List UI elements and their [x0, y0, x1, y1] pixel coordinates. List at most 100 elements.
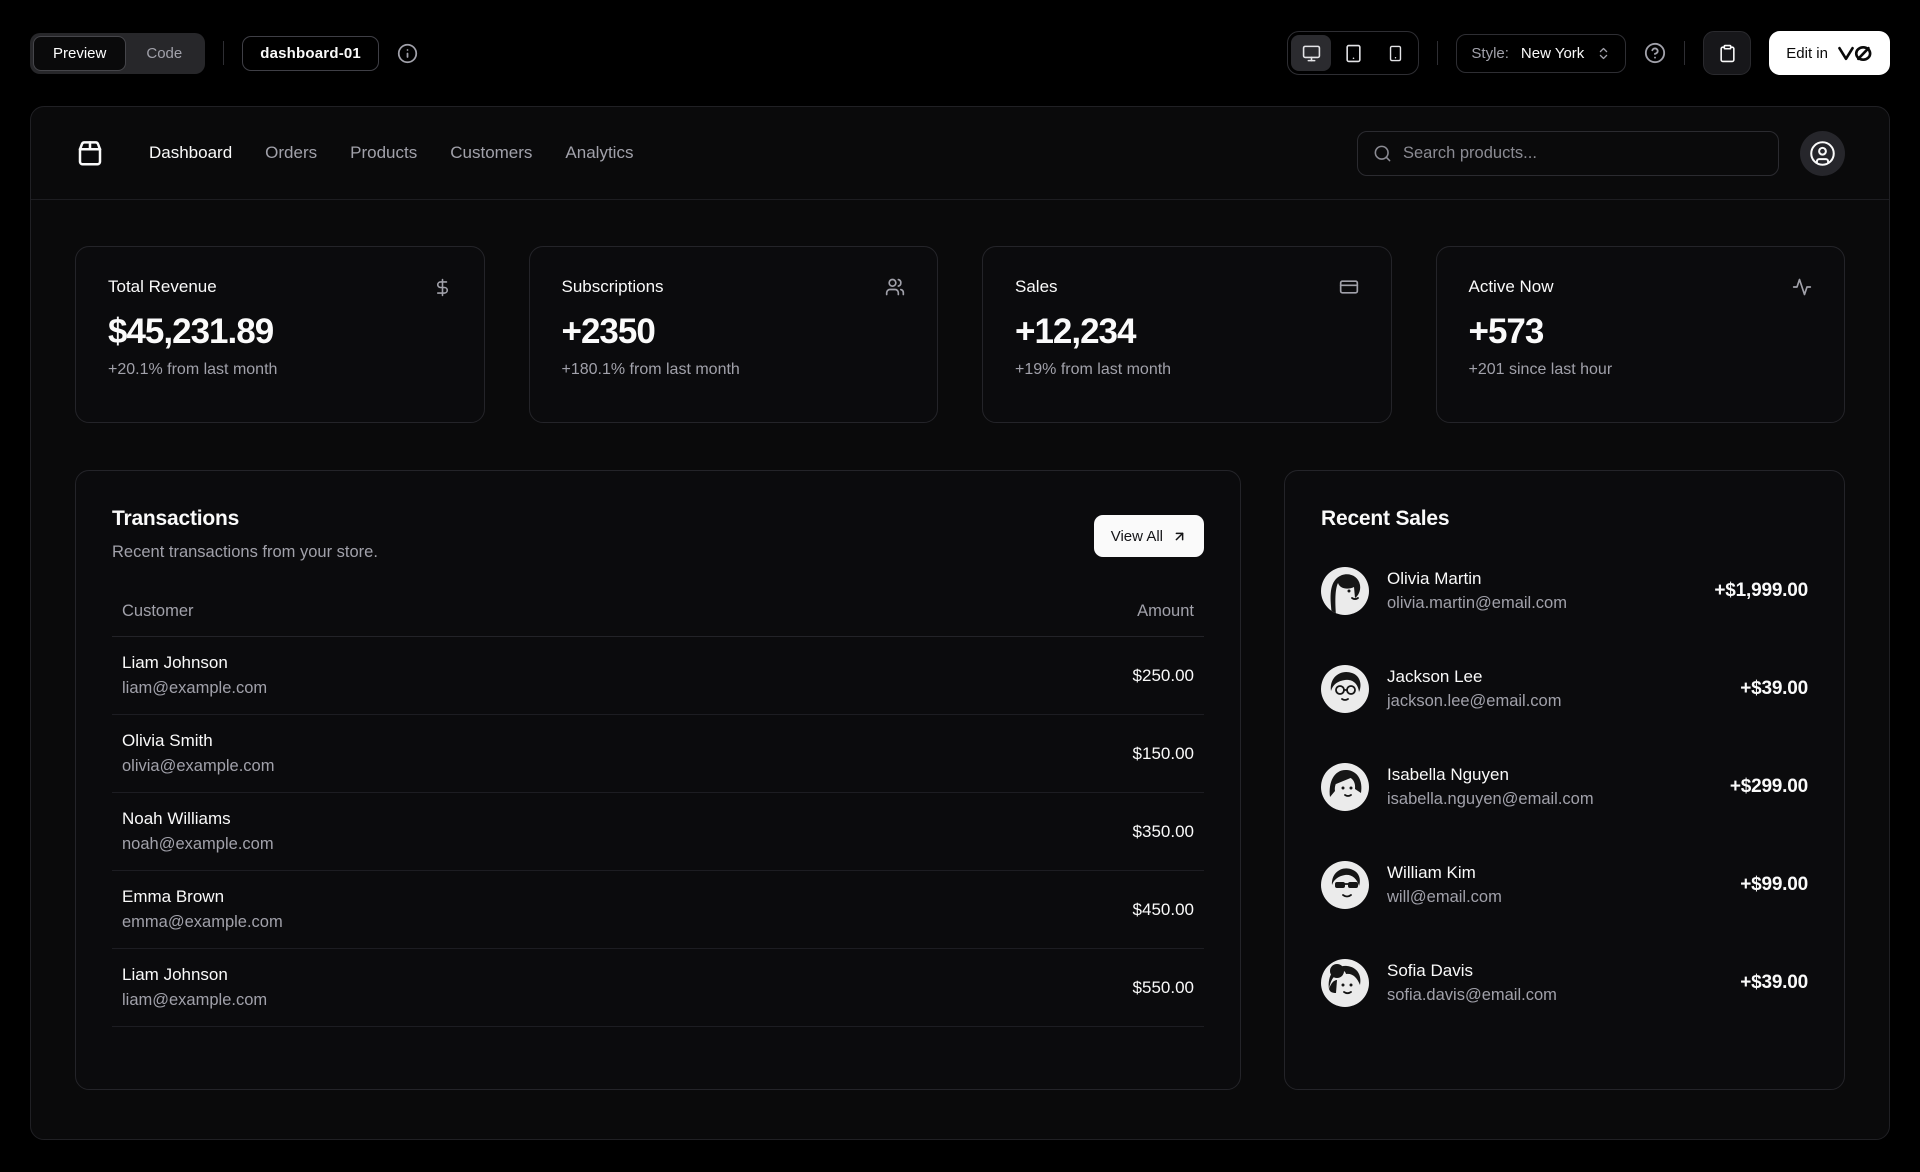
list-item: Jackson Lee jackson.lee@email.com +$39.0…	[1321, 665, 1808, 713]
divider	[223, 41, 225, 65]
info-icon[interactable]	[397, 43, 418, 64]
monitor-icon	[1302, 44, 1321, 63]
transaction-amount: $450.00	[1132, 899, 1194, 919]
transactions-table: Customer Amount Liam Johnson liam@exampl…	[112, 590, 1204, 1027]
stat-value: +573	[1468, 312, 1545, 351]
sale-customer-name: William Kim	[1387, 863, 1476, 882]
stat-change: +19% from last month	[1015, 361, 1172, 378]
column-header-customer: Customer	[122, 602, 194, 620]
divider	[1437, 41, 1439, 65]
preview-tab[interactable]: Preview	[33, 35, 127, 71]
desktop-view-button[interactable]	[1291, 35, 1332, 71]
top-toolbar: Preview Code dashboard-01 Style: New Yor…	[0, 0, 1920, 106]
copy-code-button[interactable]	[1703, 31, 1752, 75]
sale-customer-email: jackson.lee@email.com	[1387, 692, 1562, 710]
stat-change: +201 since last hour	[1468, 361, 1613, 378]
view-all-label: View All	[1110, 527, 1163, 545]
transactions-title: Transactions	[112, 507, 240, 530]
account-button[interactable]	[1800, 130, 1845, 176]
list-item: Sofia Davis sofia.davis@email.com +$39.0…	[1321, 959, 1808, 1007]
customer-name: Liam Johnson	[122, 653, 228, 672]
sale-customer-email: will@email.com	[1387, 888, 1502, 906]
stat-title: Active Now	[1468, 277, 1554, 296]
stat-card-subscriptions: Subscriptions +2350 +180.1% from last mo…	[528, 246, 938, 423]
sale-customer-name: Jackson Lee	[1387, 667, 1483, 686]
search-icon	[1373, 144, 1392, 163]
view-all-button[interactable]: View All	[1093, 515, 1204, 557]
dollar-sign-icon	[433, 278, 452, 297]
sale-customer-email: sofia.davis@email.com	[1387, 986, 1557, 1004]
list-item: Olivia Martin olivia.martin@email.com +$…	[1321, 567, 1808, 615]
recent-sales-card: Recent Sales Olivia Martin olivia.martin…	[1284, 470, 1845, 1090]
code-tab[interactable]: Code	[126, 36, 202, 71]
sale-customer-email: olivia.martin@email.com	[1387, 594, 1567, 612]
sale-amount: +$39.00	[1740, 972, 1808, 993]
view-toggle: Preview Code	[30, 32, 206, 74]
table-row: Noah Williams noah@example.com $350.00	[112, 793, 1204, 871]
header-right	[1357, 130, 1845, 176]
mobile-view-button[interactable]	[1375, 35, 1415, 71]
stat-value: +12,234	[1015, 312, 1136, 351]
avatar	[1321, 763, 1369, 811]
nav-item-orders[interactable]: Orders	[265, 143, 317, 163]
stat-title: Sales	[1015, 277, 1058, 296]
dashboard-content: Total Revenue $45,231.89 +20.1% from las…	[31, 200, 1889, 1090]
stat-change: +20.1% from last month	[108, 361, 278, 378]
nav-item-dashboard[interactable]: Dashboard	[149, 143, 232, 163]
v0-logo-icon	[1837, 45, 1873, 62]
stat-card-total-revenue: Total Revenue $45,231.89 +20.1% from las…	[75, 246, 485, 423]
users-icon	[885, 277, 905, 297]
sale-amount: +$99.00	[1740, 874, 1808, 895]
customer-email: liam@example.com	[122, 679, 268, 697]
divider	[1684, 41, 1686, 65]
sale-amount: +$299.00	[1729, 776, 1808, 797]
transactions-subtitle: Recent transactions from your store.	[112, 543, 378, 561]
column-header-amount: Amount	[1137, 602, 1194, 620]
table-row: Olivia Smith olivia@example.com $150.00	[112, 715, 1204, 793]
avatar	[1321, 861, 1369, 909]
transaction-amount: $550.00	[1132, 977, 1194, 997]
edit-in-v0-label: Edit in	[1786, 44, 1828, 62]
chevrons-up-down-icon	[1596, 46, 1611, 61]
style-select[interactable]: Style: New York	[1456, 33, 1627, 73]
stat-cards-row: Total Revenue $45,231.89 +20.1% from las…	[75, 246, 1845, 423]
bottom-row: Transactions Recent transactions from yo…	[75, 470, 1845, 1090]
transaction-amount: $250.00	[1132, 665, 1194, 685]
sale-customer-email: isabella.nguyen@email.com	[1387, 790, 1594, 808]
tablet-view-button[interactable]	[1333, 35, 1373, 71]
list-item: William Kim will@email.com +$99.00	[1321, 861, 1808, 909]
device-toggle-group	[1287, 31, 1420, 75]
block-name-badge: dashboard-01	[242, 35, 379, 71]
search-input[interactable]	[1403, 143, 1763, 163]
transaction-amount: $350.00	[1132, 821, 1194, 841]
edit-in-v0-button[interactable]: Edit in	[1769, 31, 1890, 75]
sale-customer-name: Isabella Nguyen	[1387, 765, 1509, 784]
table-row: Emma Brown emma@example.com $450.00	[112, 871, 1204, 949]
sale-amount: +$1,999.00	[1714, 580, 1808, 601]
nav-item-products[interactable]: Products	[350, 143, 417, 163]
stat-value: +2350	[561, 312, 656, 351]
style-value: New York	[1520, 44, 1585, 62]
avatar	[1321, 959, 1369, 1007]
customer-email: noah@example.com	[122, 835, 274, 853]
customer-name: Noah Williams	[122, 809, 231, 828]
transactions-card: Transactions Recent transactions from yo…	[75, 470, 1241, 1090]
customer-email: emma@example.com	[122, 913, 283, 931]
smartphone-icon	[1387, 45, 1404, 62]
activity-icon	[1792, 277, 1812, 297]
transaction-amount: $150.00	[1132, 743, 1194, 763]
nav-item-customers[interactable]: Customers	[450, 143, 532, 163]
style-label: Style:	[1471, 44, 1509, 62]
sale-customer-name: Olivia Martin	[1387, 569, 1482, 588]
sale-amount: +$39.00	[1740, 678, 1808, 699]
stat-title: Total Revenue	[108, 277, 217, 296]
nav-item-analytics[interactable]: Analytics	[565, 143, 633, 163]
stat-change: +180.1% from last month	[561, 361, 740, 378]
clipboard-icon	[1718, 44, 1737, 63]
package-icon[interactable]	[75, 138, 105, 168]
customer-name: Emma Brown	[122, 887, 225, 906]
help-icon[interactable]	[1644, 42, 1666, 64]
table-row: Liam Johnson liam@example.com $250.00	[112, 637, 1204, 715]
avatar	[1321, 567, 1369, 615]
search-box	[1357, 130, 1779, 176]
